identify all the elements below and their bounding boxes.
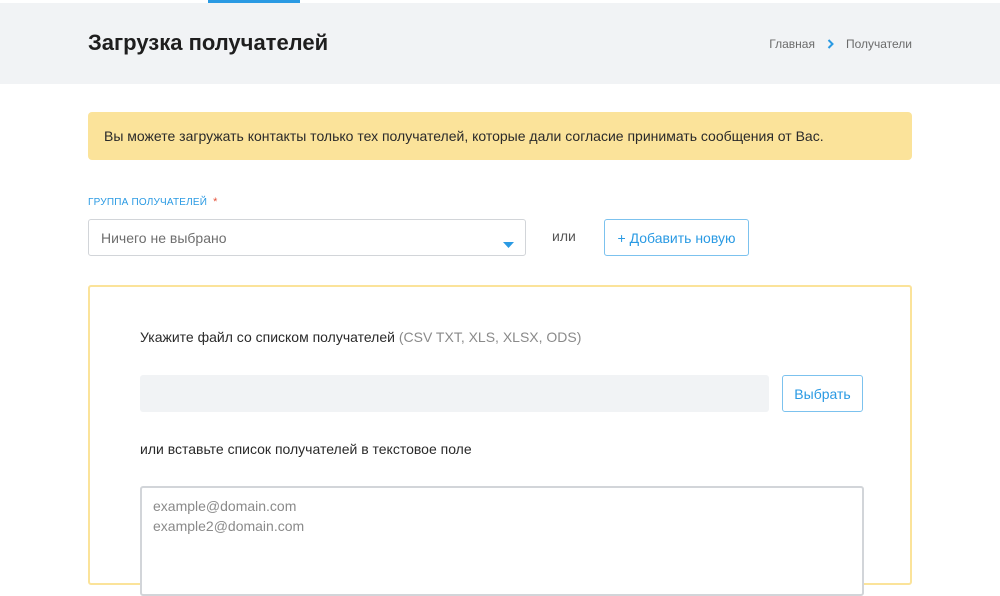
choose-file-button[interactable]: Выбрать [782, 375, 863, 412]
or-text: или [552, 228, 576, 244]
page-header: Загрузка получателей Главная Получатели [0, 3, 1000, 84]
group-field-label: Группа получателей * [88, 196, 218, 208]
placeholder-line: example@domain.com [153, 498, 297, 514]
paste-prompt: или вставьте список получателей в тексто… [140, 441, 472, 457]
placeholder-line: example2@domain.com [153, 518, 305, 534]
required-mark: * [213, 196, 218, 208]
select-value: Ничего не выбрано [101, 229, 227, 246]
breadcrumb: Главная Получатели [769, 37, 912, 51]
caret-down-icon [503, 235, 514, 251]
consent-notice: Вы можете загружать контакты только тех … [88, 112, 912, 160]
file-prompt-text: Укажите файл со списком получателей [140, 329, 395, 345]
notice-text: Вы можете загружать контакты только тех … [104, 128, 824, 144]
file-path-field[interactable] [140, 375, 769, 412]
upload-panel: Укажите файл со списком получателей (CSV… [88, 285, 912, 596]
breadcrumb-home-link[interactable]: Главная [769, 37, 815, 51]
breadcrumb-current: Получатели [845, 37, 912, 51]
page-title: Загрузка получателей [88, 30, 329, 55]
add-group-button[interactable]: + Добавить новую [604, 219, 749, 256]
file-prompt: Укажите файл со списком получателей (CSV… [140, 329, 581, 345]
file-formats: (CSV TXT, XLS, XLSX, ODS) [398, 329, 582, 345]
recipient-group-select[interactable]: Ничего не выбрано [88, 219, 526, 256]
chevron-right-icon [827, 39, 834, 49]
group-label-text: Группа получателей [88, 197, 208, 208]
recipients-textarea[interactable]: example@domain.com example2@domain.com [140, 486, 864, 596]
